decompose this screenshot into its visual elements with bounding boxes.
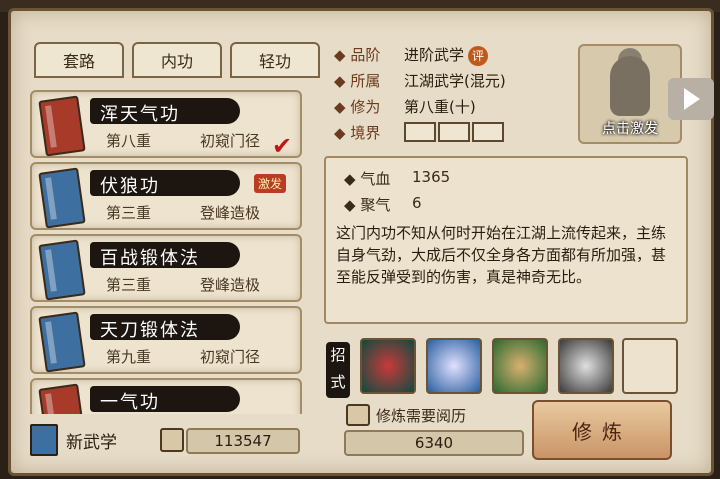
hp-label: 气血 bbox=[360, 170, 391, 188]
tab-inner-skill[interactable]: 内功 bbox=[132, 42, 222, 78]
realm-label: 境界 bbox=[350, 124, 381, 142]
skill-list[interactable]: 浑天气功 第八重 初窥门径 ✔ 伏狼功 激发 第三重 登峰造极 百战锻体法 第三… bbox=[26, 82, 308, 414]
cultivation-value: 第八重(十) bbox=[404, 98, 476, 116]
grade-label: 品阶 bbox=[350, 46, 381, 64]
move-slot-1-blood-icon[interactable] bbox=[360, 338, 416, 394]
skill-name: 伏狼功 bbox=[100, 176, 160, 197]
move-slot-3-stance-icon[interactable] bbox=[492, 338, 548, 394]
blue-book-icon bbox=[38, 311, 86, 373]
skill-name: 一气功 bbox=[100, 392, 160, 413]
activated-badge: 激发 bbox=[254, 174, 287, 193]
skill-name: 浑天气功 bbox=[100, 104, 180, 125]
hp-stat: ◆ 气血 1365 bbox=[344, 168, 451, 188]
experience-value: 113547 bbox=[186, 428, 300, 454]
skill-item-3[interactable]: 百战锻体法 第三重 登峰造极 bbox=[30, 234, 302, 302]
hp-value: 1365 bbox=[412, 168, 451, 186]
new-skill-label: 新武学 bbox=[66, 432, 117, 453]
qi-stat: ◆ 聚气 6 bbox=[344, 194, 422, 214]
attr-realm: ◆ 境界 bbox=[334, 122, 504, 143]
cultivation-label: 修为 bbox=[350, 98, 381, 116]
skill-name: 天刀锻体法 bbox=[100, 320, 200, 341]
school-value: 江湖武学(混元) bbox=[404, 72, 506, 90]
tab-light-skill[interactable]: 轻功 bbox=[230, 42, 320, 78]
skill-stage: 登峰造极 bbox=[200, 204, 261, 222]
skill-level: 第八重 bbox=[106, 132, 152, 150]
grade-value: 进阶武学 bbox=[404, 46, 465, 64]
need-label: 修炼需要阅历 bbox=[376, 406, 467, 425]
tab-bar: 套路 内功 轻功 bbox=[34, 42, 320, 78]
skill-item-5[interactable]: 一气功 bbox=[30, 378, 302, 414]
new-skill-button[interactable]: 新武学 bbox=[30, 424, 117, 456]
grade-badge[interactable]: 评 bbox=[468, 46, 489, 66]
new-book-icon bbox=[30, 424, 58, 456]
realm-slots bbox=[404, 122, 506, 142]
play-icon bbox=[684, 88, 700, 110]
tab-routine[interactable]: 套路 bbox=[34, 42, 124, 78]
skill-level: 第三重 bbox=[106, 204, 152, 222]
move-slot-5-empty[interactable] bbox=[622, 338, 678, 394]
red-book-icon bbox=[38, 383, 86, 414]
skill-stage: 登峰造极 bbox=[200, 276, 261, 294]
skill-stage: 初窥门径 bbox=[200, 132, 261, 150]
skill-item-2[interactable]: 伏狼功 激发 第三重 登峰造极 bbox=[30, 162, 302, 230]
attr-cultivation: ◆ 修为 第八重(十) bbox=[334, 98, 476, 116]
skill-stage: 初窥门径 bbox=[200, 348, 261, 366]
skill-level: 第三重 bbox=[106, 276, 152, 294]
skill-level: 第九重 bbox=[106, 348, 152, 366]
blue-book-icon bbox=[38, 239, 86, 301]
skill-detail-box: ◆ 气血 1365 ◆ 聚气 6 这门内功不知从何时开始在江湖上流传起来，主练自身气… bbox=[324, 156, 688, 324]
moves-label: 招式 bbox=[326, 342, 350, 398]
skill-item-4[interactable]: 天刀锻体法 第九重 初窥门径 bbox=[30, 306, 302, 374]
move-slot-2-meditate-icon[interactable] bbox=[426, 338, 482, 394]
attr-school: ◆ 所属 江湖武学(混元) bbox=[334, 72, 506, 90]
checkmark-icon: ✔ bbox=[272, 132, 293, 160]
red-book-icon bbox=[38, 95, 86, 157]
qi-label: 聚气 bbox=[360, 196, 391, 214]
skill-name: 百战锻体法 bbox=[100, 248, 200, 269]
attr-grade: ◆ 品阶 进阶武学评 bbox=[334, 44, 489, 66]
experience-book-icon bbox=[160, 428, 184, 452]
qi-value: 6 bbox=[412, 194, 422, 212]
skill-description: 这门内功不知从何时开始在江湖上流传起来，主练自身气劲，大成后不仅全身各方面都有所… bbox=[336, 224, 667, 286]
move-slot-4-shield-icon[interactable] bbox=[558, 338, 614, 394]
monk-body-icon bbox=[610, 56, 650, 116]
need-value: 6340 bbox=[344, 430, 524, 456]
activate-avatar-button[interactable]: 点击激发 bbox=[578, 44, 682, 144]
train-requirement: 修炼需要阅历 bbox=[346, 404, 466, 426]
skill-item-1[interactable]: 浑天气功 第八重 初窥门径 ✔ bbox=[30, 90, 302, 160]
blue-book-icon bbox=[38, 167, 86, 229]
train-button[interactable]: 修炼 bbox=[532, 400, 672, 460]
school-label: 所属 bbox=[350, 72, 381, 90]
activate-label: 点击激发 bbox=[602, 121, 658, 137]
book-icon bbox=[346, 404, 370, 426]
